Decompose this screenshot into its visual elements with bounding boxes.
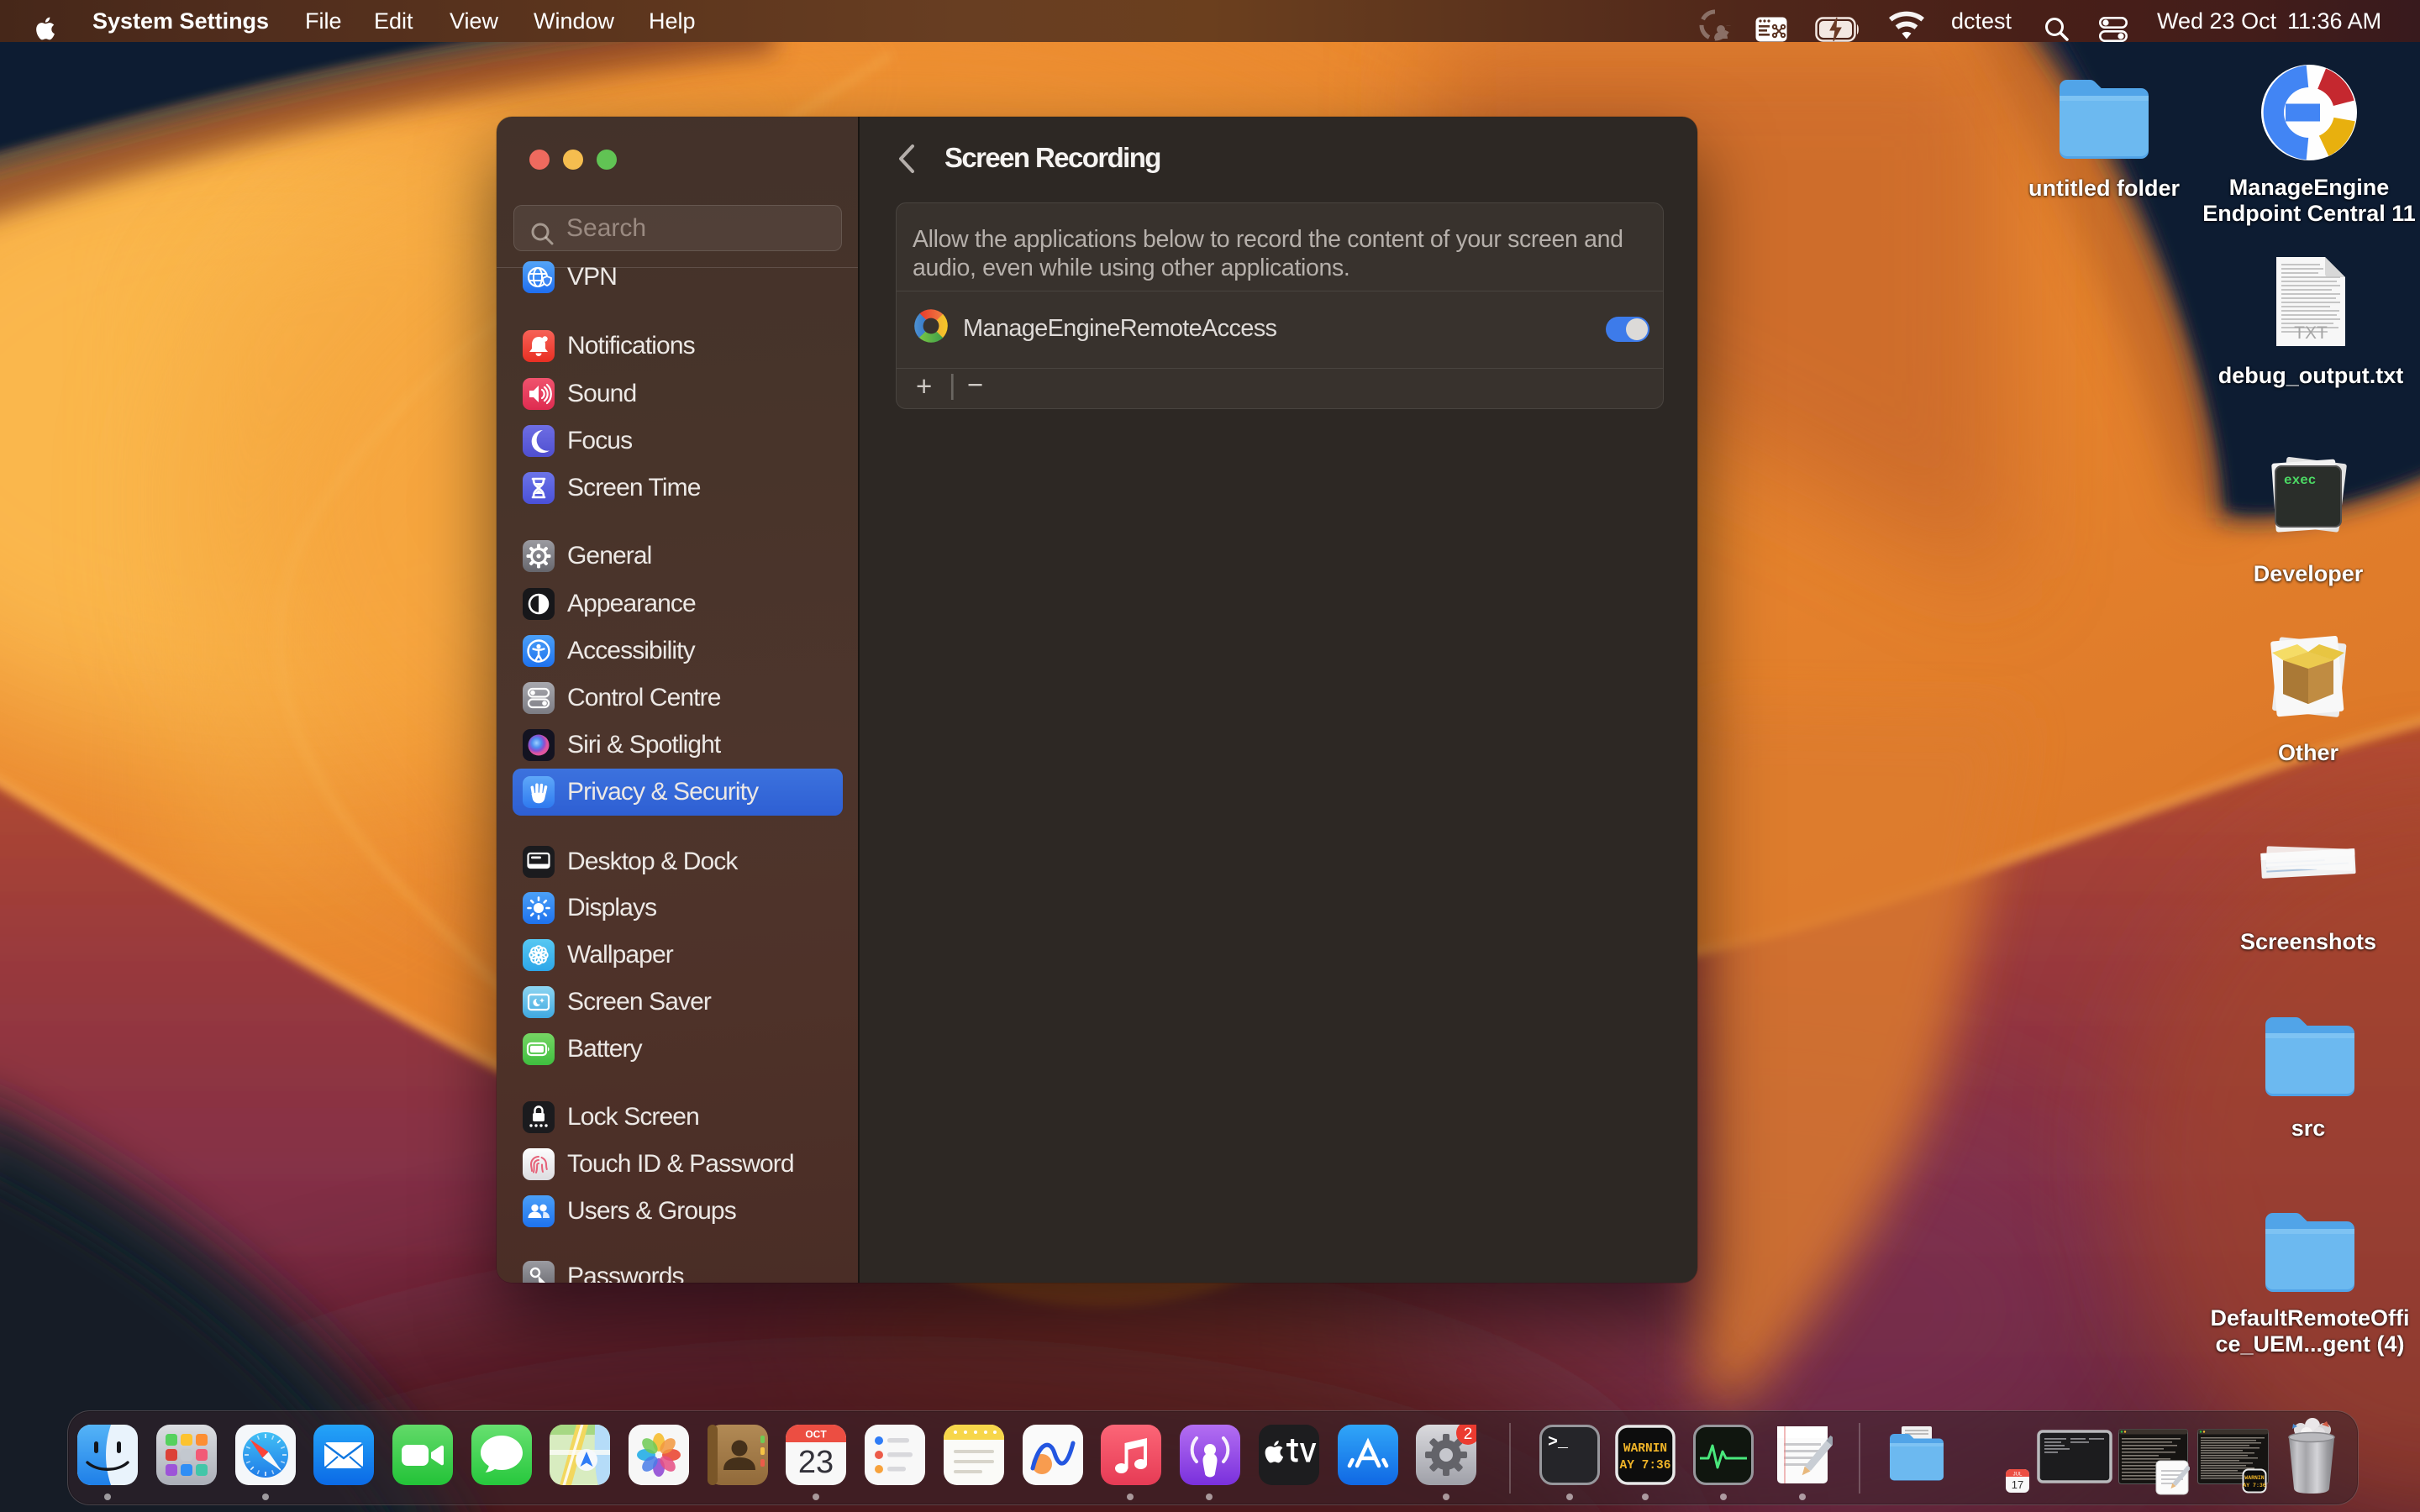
svg-text:AY 7:36: AY 7:36	[2243, 1483, 2265, 1488]
svg-text:OCT: OCT	[805, 1429, 827, 1441]
svg-text:exec: exec	[2284, 473, 2316, 488]
svg-text:17: 17	[2012, 1478, 2023, 1491]
svg-text:2: 2	[1464, 1425, 1473, 1443]
svg-text:AY 7:36: AY 7:36	[1620, 1459, 1671, 1473]
svg-text:23: 23	[798, 1445, 834, 1480]
svg-text:WARNIN: WARNIN	[2244, 1475, 2265, 1481]
svg-text:JUL: JUL	[2013, 1473, 2023, 1478]
svg-text:TXT: TXT	[2294, 323, 2328, 343]
svg-text:>_: >_	[1548, 1433, 1569, 1452]
svg-text:WARNIN: WARNIN	[1623, 1442, 1667, 1456]
